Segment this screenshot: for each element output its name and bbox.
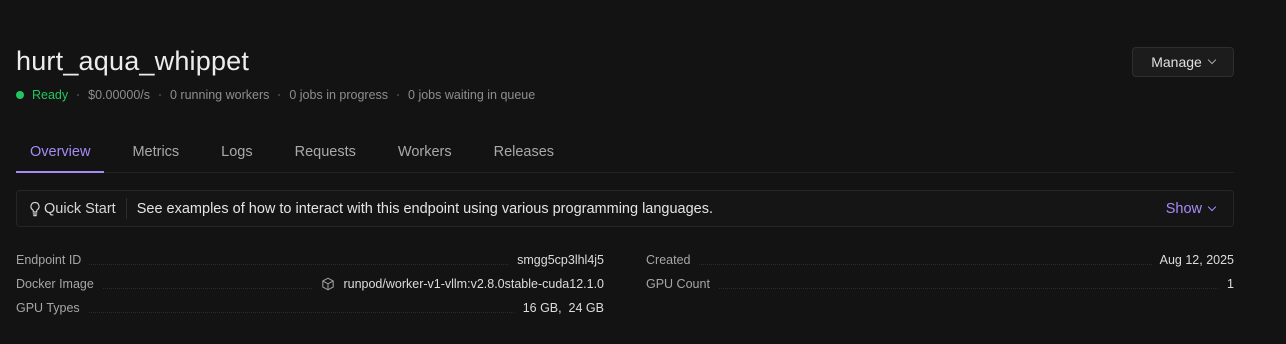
endpoint-status-row: Ready $0.00000/s 0 running workers 0 job… xyxy=(16,87,535,103)
tab-logs[interactable]: Logs xyxy=(207,132,266,171)
detail-row-endpoint-id: Endpoint ID smgg5cp3lhl4j5 xyxy=(16,248,604,272)
docker-image-value-group: runpod/worker-v1-vllm:v2.8.0stable-cuda1… xyxy=(313,277,604,291)
jobs-in-queue: 0 jobs waiting in queue xyxy=(408,88,536,102)
show-quickstart-button[interactable]: Show xyxy=(1165,200,1217,217)
detail-row-gpu-types: GPU Types 16 GB, 24 GB xyxy=(16,296,604,320)
detail-label: Created xyxy=(646,253,699,267)
show-label: Show xyxy=(1165,200,1202,217)
endpoint-page: hurt_aqua_whippet Ready $0.00000/s 0 run… xyxy=(16,0,1234,344)
separator-dot xyxy=(159,94,161,96)
separator-dot xyxy=(397,94,400,96)
gpu-types-value: 16 GB, 24 GB xyxy=(514,301,604,315)
docker-image-value: runpod/worker-v1-vllm:v2.8.0stable-cuda1… xyxy=(343,277,604,291)
quickstart-description: See examples of how to interact with thi… xyxy=(136,200,714,217)
dotted-leader xyxy=(646,264,1234,265)
package-icon xyxy=(322,277,335,291)
endpoint-id-value: smgg5cp3lhl4j5 xyxy=(509,253,604,267)
tab-requests[interactable]: Requests xyxy=(281,132,370,171)
running-workers: 0 running workers xyxy=(170,88,270,102)
quickstart-label: Quick Start xyxy=(44,200,116,217)
tab-workers[interactable]: Workers xyxy=(384,132,466,171)
manage-button-label: Manage xyxy=(1151,54,1202,70)
detail-row-docker-image: Docker Image runpod/worker-v1-vllm:v2.8.… xyxy=(16,272,604,296)
lightbulb-icon xyxy=(30,201,40,216)
quickstart-label-group: Quick Start xyxy=(17,191,126,226)
detail-row-gpu-count: GPU Count 1 xyxy=(646,272,1234,296)
tab-metrics[interactable]: Metrics xyxy=(118,132,193,171)
created-value: Aug 12, 2025 xyxy=(1151,253,1234,267)
gpu-count-value: 1 xyxy=(1219,277,1234,291)
jobs-in-progress: 0 jobs in progress xyxy=(289,88,389,102)
tab-overview[interactable]: Overview xyxy=(16,133,105,173)
detail-row-created: Created Aug 12, 2025 xyxy=(646,248,1234,272)
detail-label: GPU Types xyxy=(16,301,88,315)
details-column-left: Endpoint ID smgg5cp3lhl4j5 Docker Image … xyxy=(16,248,604,320)
cost-rate: $0.00000/s xyxy=(88,88,150,102)
divider xyxy=(125,198,127,219)
status-dot-icon xyxy=(16,91,24,99)
separator-dot xyxy=(77,94,80,96)
detail-label: GPU Count xyxy=(646,277,718,291)
separator-dot xyxy=(278,94,281,96)
quickstart-banner: Quick Start See examples of how to inter… xyxy=(16,190,1234,227)
page-title: hurt_aqua_whippet xyxy=(16,46,250,76)
tab-releases[interactable]: Releases xyxy=(480,132,568,171)
detail-label: Docker Image xyxy=(16,277,102,291)
manage-button[interactable]: Manage xyxy=(1132,47,1234,77)
dotted-leader xyxy=(646,288,1234,289)
chevron-down-icon xyxy=(1207,55,1217,65)
details-column-right: Created Aug 12, 2025 GPU Count 1 xyxy=(646,248,1234,296)
endpoint-tabs: Overview Metrics Logs Requests Workers R… xyxy=(16,133,1234,173)
chevron-down-icon xyxy=(1207,202,1217,211)
detail-label: Endpoint ID xyxy=(16,253,90,267)
status-label: Ready xyxy=(32,88,69,102)
